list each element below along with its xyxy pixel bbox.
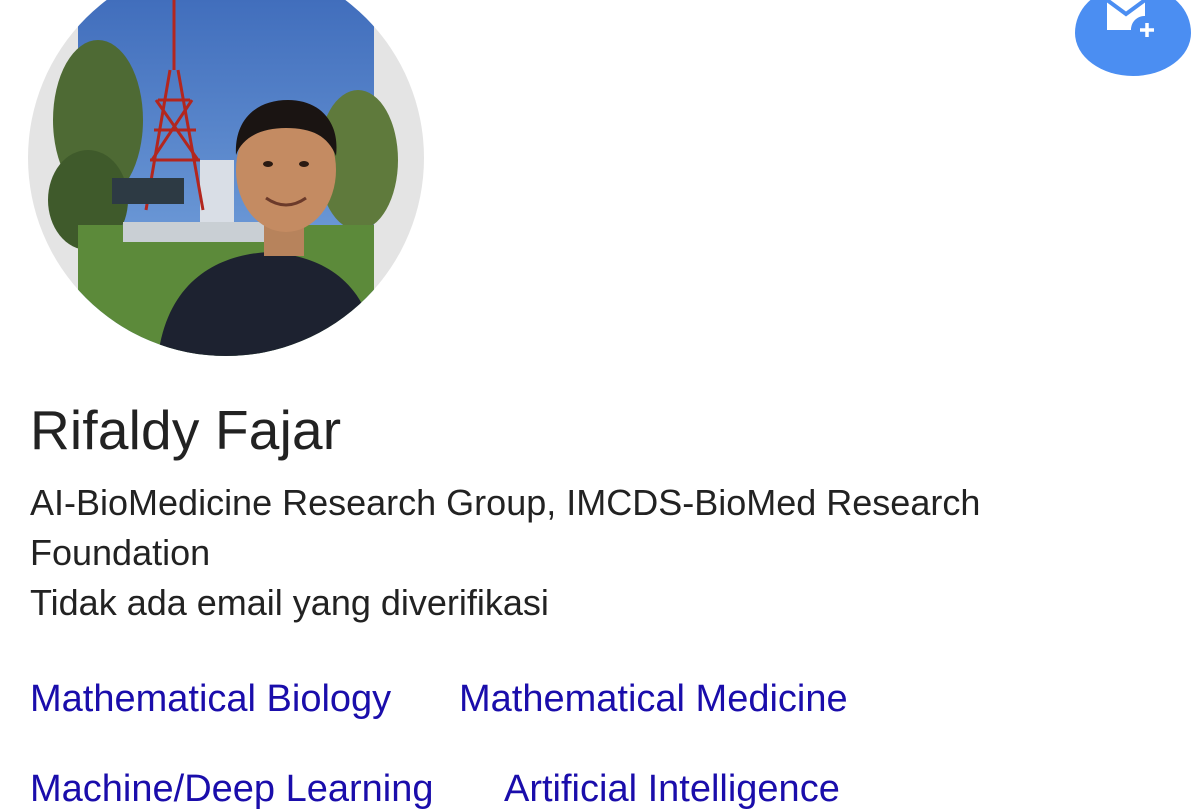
mail-add-icon: [1105, 0, 1158, 41]
interest-link-mathematical-biology[interactable]: Mathematical Biology: [30, 678, 391, 721]
profile-name: Rifaldy Fajar: [30, 399, 342, 461]
interest-link-machine-deep-learning[interactable]: Machine/Deep Learning: [30, 768, 434, 811]
avatar: [28, 0, 424, 356]
profile-photo: [48, 0, 398, 356]
email-verification-status: Tidak ada email yang diverifikasi: [30, 582, 549, 623]
profile-affiliation: AI-BioMedicine Research Group, IMCDS-Bio…: [30, 482, 981, 573]
follow-button[interactable]: [1075, 0, 1191, 76]
interest-link-mathematical-medicine[interactable]: Mathematical Medicine: [459, 678, 848, 721]
interest-link-artificial-intelligence[interactable]: Artificial Intelligence: [504, 768, 840, 811]
